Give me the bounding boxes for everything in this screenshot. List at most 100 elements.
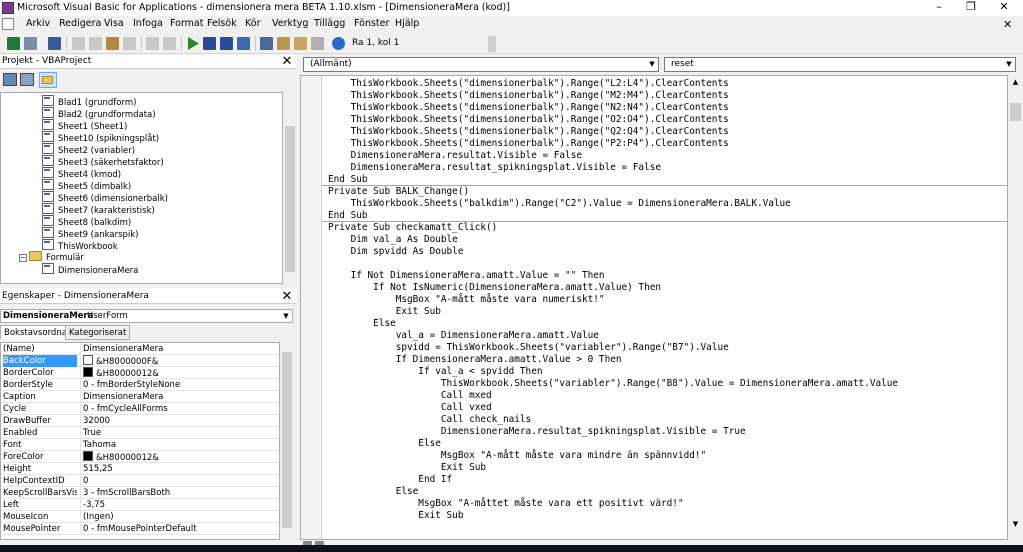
procedure-combo[interactable]: reset ▼: [664, 57, 1016, 72]
cut-icon[interactable]: [72, 37, 85, 50]
code-line[interactable]: If val_a < spvidd Then: [328, 366, 542, 378]
code-margin[interactable]: [301, 76, 322, 539]
property-value[interactable]: 3 - fmScrollBarsBoth: [80, 487, 279, 499]
code-line[interactable]: Else: [328, 486, 419, 498]
code-line[interactable]: ThisWorkbook.Sheets("balkdim").Range("C2…: [328, 198, 791, 210]
property-value[interactable]: DimensioneraMera: [80, 343, 279, 355]
tree-item[interactable]: Sheet1 (Sheet1): [42, 119, 127, 132]
property-value[interactable]: -3,75: [80, 499, 279, 511]
code-line[interactable]: ThisWorkbook.Sheets("dimensionerbalk").R…: [328, 138, 729, 150]
insert-userform-icon[interactable]: [24, 37, 37, 50]
child-close-button[interactable]: ✕: [1003, 18, 1012, 31]
tree-item[interactable]: Sheet4 (kmod): [42, 167, 121, 180]
code-line[interactable]: If DimensioneraMera.amatt.Value > 0 Then: [328, 354, 622, 366]
code-line[interactable]: End Sub: [328, 174, 368, 186]
menu-tillagg[interactable]: Tillägg: [314, 18, 345, 29]
property-row[interactable]: ForeColor &H80000012&: [1, 451, 279, 463]
reset-icon[interactable]: [220, 37, 233, 50]
properties-window-icon[interactable]: [277, 37, 290, 50]
tree-item[interactable]: Blad2 (grundformdata): [42, 107, 156, 120]
property-value[interactable]: &H80000012&: [80, 451, 279, 463]
property-value[interactable]: 32000: [80, 415, 279, 427]
menu-infoga[interactable]: Infoga: [133, 18, 163, 29]
property-row[interactable]: MousePointer 0 - fmMousePointerDefault: [1, 523, 279, 535]
redo-icon[interactable]: [163, 37, 176, 50]
code-line[interactable]: DimensioneraMera.resultat_spikningsplat.…: [328, 162, 661, 174]
code-line[interactable]: Dim spvidd As Double: [328, 246, 464, 258]
view-object-icon[interactable]: [20, 73, 34, 86]
view-code-icon[interactable]: [3, 73, 17, 86]
code-line[interactable]: ThisWorkbook.Sheets("variabler").Range("…: [328, 378, 898, 390]
menu-visa[interactable]: Visa: [104, 18, 124, 29]
property-row[interactable]: Font Tahoma: [1, 439, 279, 451]
property-row[interactable]: Left -3,75: [1, 499, 279, 511]
tree-item[interactable]: Sheet5 (dimbalk): [42, 179, 131, 192]
save-icon[interactable]: [48, 37, 61, 50]
code-line[interactable]: Private Sub BALK_Change(): [328, 186, 469, 198]
property-row[interactable]: Enabled True: [1, 427, 279, 439]
project-explorer-icon[interactable]: [260, 37, 273, 50]
code-line[interactable]: Call check_nails: [328, 414, 531, 426]
toolbox-icon[interactable]: [311, 37, 324, 50]
copy-icon[interactable]: [89, 37, 102, 50]
code-line[interactable]: ThisWorkbook.Sheets("dimensionerbalk").R…: [328, 78, 729, 90]
tree-item[interactable]: Blad1 (grundform): [42, 95, 136, 108]
menu-felsok[interactable]: Felsök: [207, 18, 237, 29]
find-icon[interactable]: [123, 37, 136, 50]
properties-object-select[interactable]: DimensioneraMera UserForm ▼: [0, 309, 293, 323]
paste-icon[interactable]: [106, 37, 119, 50]
scroll-up-arrow-icon[interactable]: ▲: [1010, 78, 1021, 88]
tab-alphabetic[interactable]: Bokstavsordnat: [0, 325, 75, 340]
code-scrollbar[interactable]: [1008, 75, 1023, 540]
code-line[interactable]: MsgBox "A-måttet måste vara ett positivt…: [328, 498, 683, 510]
code-line[interactable]: MsgBox "A-mått måste vara numeriskt!": [328, 294, 605, 306]
tree-item-form[interactable]: DimensioneraMera: [42, 263, 138, 276]
code-line[interactable]: Else: [328, 438, 441, 450]
code-line[interactable]: If Not DimensioneraMera.amatt.Value = ""…: [328, 270, 605, 282]
code-line[interactable]: Exit Sub: [328, 306, 441, 318]
property-value[interactable]: 0 - fmMousePointerDefault: [80, 523, 279, 535]
toolbar-grip[interactable]: [488, 36, 496, 52]
tree-item[interactable]: Sheet8 (balkdim): [42, 215, 131, 228]
property-row[interactable]: Height 515,25: [1, 463, 279, 475]
design-mode-icon[interactable]: [237, 37, 250, 50]
menu-kor[interactable]: Kör: [245, 18, 260, 29]
property-row[interactable]: Cycle 0 - fmCycleAllForms: [1, 403, 279, 415]
undo-icon[interactable]: [146, 37, 159, 50]
code-line[interactable]: Call mxed: [328, 390, 492, 402]
tree-item[interactable]: Sheet10 (spikningsplåt): [42, 131, 159, 144]
view-excel-icon[interactable]: [7, 37, 20, 50]
tree-item[interactable]: Sheet7 (karakteristisk): [42, 203, 155, 216]
menu-redigera[interactable]: Redigera: [59, 18, 101, 29]
code-line[interactable]: End If: [328, 474, 452, 486]
code-line[interactable]: ThisWorkbook.Sheets("dimensionerbalk").R…: [328, 102, 729, 114]
code-line[interactable]: ThisWorkbook.Sheets("dimensionerbalk").R…: [328, 90, 729, 102]
property-row[interactable]: BorderStyle 0 - fmBorderStyleNone: [1, 379, 279, 391]
code-line[interactable]: val_a = DimensioneraMera.amatt.Value: [328, 330, 599, 342]
tab-categorized[interactable]: Kategoriserat: [65, 325, 131, 340]
property-row[interactable]: HelpContextID 0: [1, 475, 279, 487]
property-value[interactable]: &H80000012&: [80, 367, 279, 379]
code-line[interactable]: Private Sub checkamatt_Click(): [328, 222, 497, 234]
properties-scroll-thumb[interactable]: [282, 352, 292, 528]
code-line[interactable]: DimensioneraMera.resultat_spikningsplat.…: [328, 426, 746, 438]
property-value[interactable]: 515,25: [80, 463, 279, 475]
tree-item[interactable]: Sheet2 (variabler): [42, 143, 135, 156]
code-line[interactable]: Dim val_a As Double: [328, 234, 458, 246]
properties-close-icon[interactable]: ✕: [280, 290, 294, 304]
help-icon[interactable]: [332, 37, 345, 50]
property-row[interactable]: BorderColor &H80000012&: [1, 367, 279, 379]
property-value[interactable]: 0: [80, 475, 279, 487]
menu-verktyg[interactable]: Verktyg: [272, 18, 308, 29]
property-row[interactable]: Caption DimensioneraMera: [1, 391, 279, 403]
collapse-toggle-icon[interactable]: −: [19, 254, 27, 262]
object-browser-icon[interactable]: [294, 37, 307, 50]
property-value[interactable]: 0 - fmCycleAllForms: [80, 403, 279, 415]
property-row[interactable]: (Name) DimensioneraMera: [1, 343, 279, 355]
property-value[interactable]: Tahoma: [80, 439, 279, 451]
menu-arkiv[interactable]: Arkiv: [26, 18, 50, 29]
property-row[interactable]: BackColor &H8000000F&: [1, 355, 279, 367]
property-row[interactable]: MouseIcon (Ingen): [1, 511, 279, 523]
code-line[interactable]: Exit Sub: [328, 462, 486, 474]
break-icon[interactable]: [203, 37, 216, 50]
